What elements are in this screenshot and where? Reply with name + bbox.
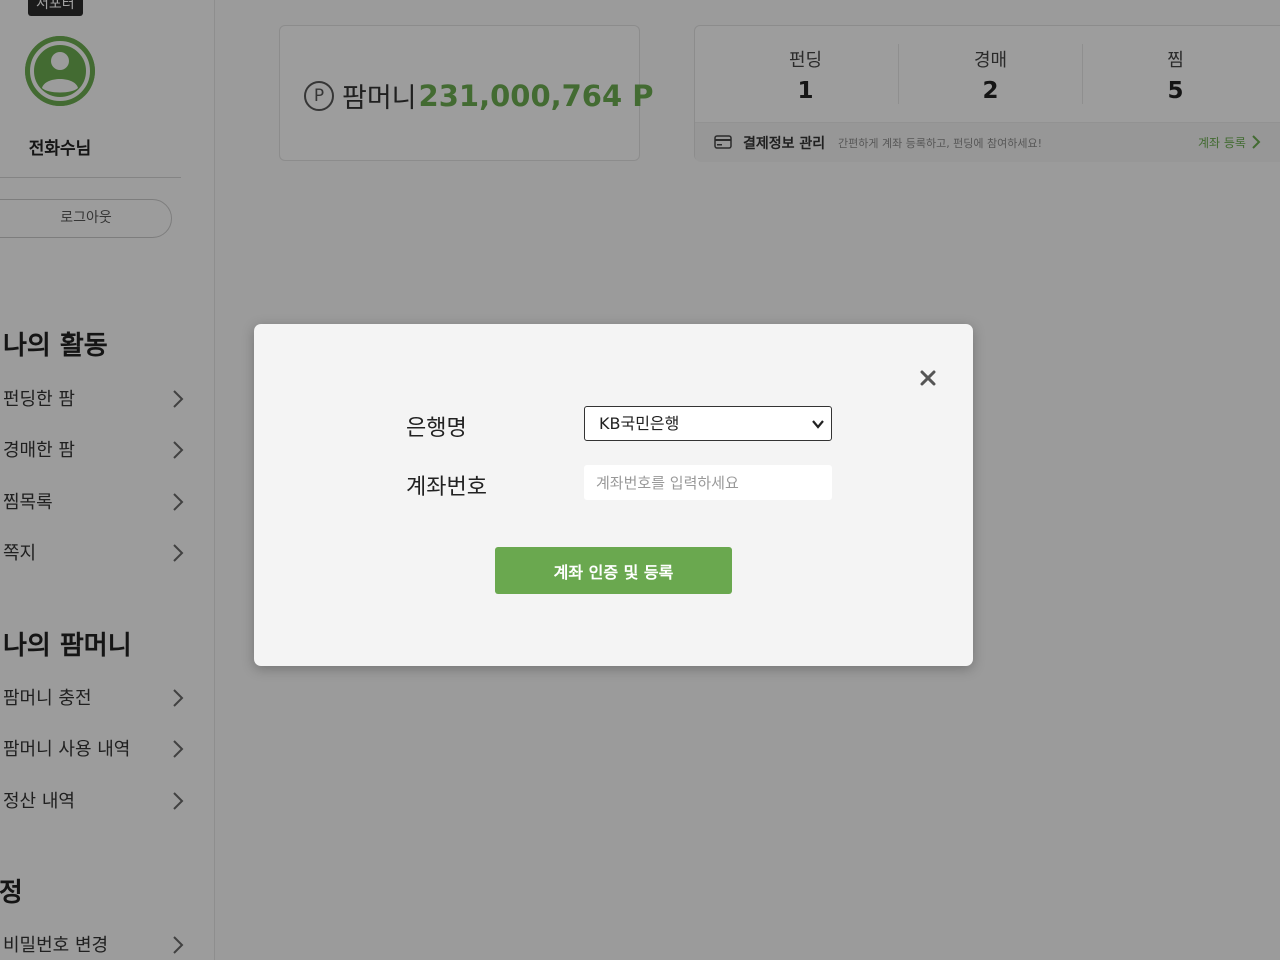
bank-name-label: 은행명 — [406, 416, 467, 441]
account-number-label: 계좌번호 — [406, 475, 487, 500]
bank-select-value: KB국민은행 — [599, 414, 680, 433]
account-number-input[interactable] — [584, 465, 832, 500]
verify-register-button[interactable]: 계좌 인증 및 등록 — [495, 547, 732, 594]
account-register-modal: 은행명 KB국민은행 계좌번호 계좌 인증 및 등록 — [254, 324, 973, 666]
chevron-down-icon — [811, 417, 825, 431]
bank-select[interactable]: KB국민은행 — [584, 406, 832, 441]
close-icon[interactable] — [916, 366, 940, 390]
